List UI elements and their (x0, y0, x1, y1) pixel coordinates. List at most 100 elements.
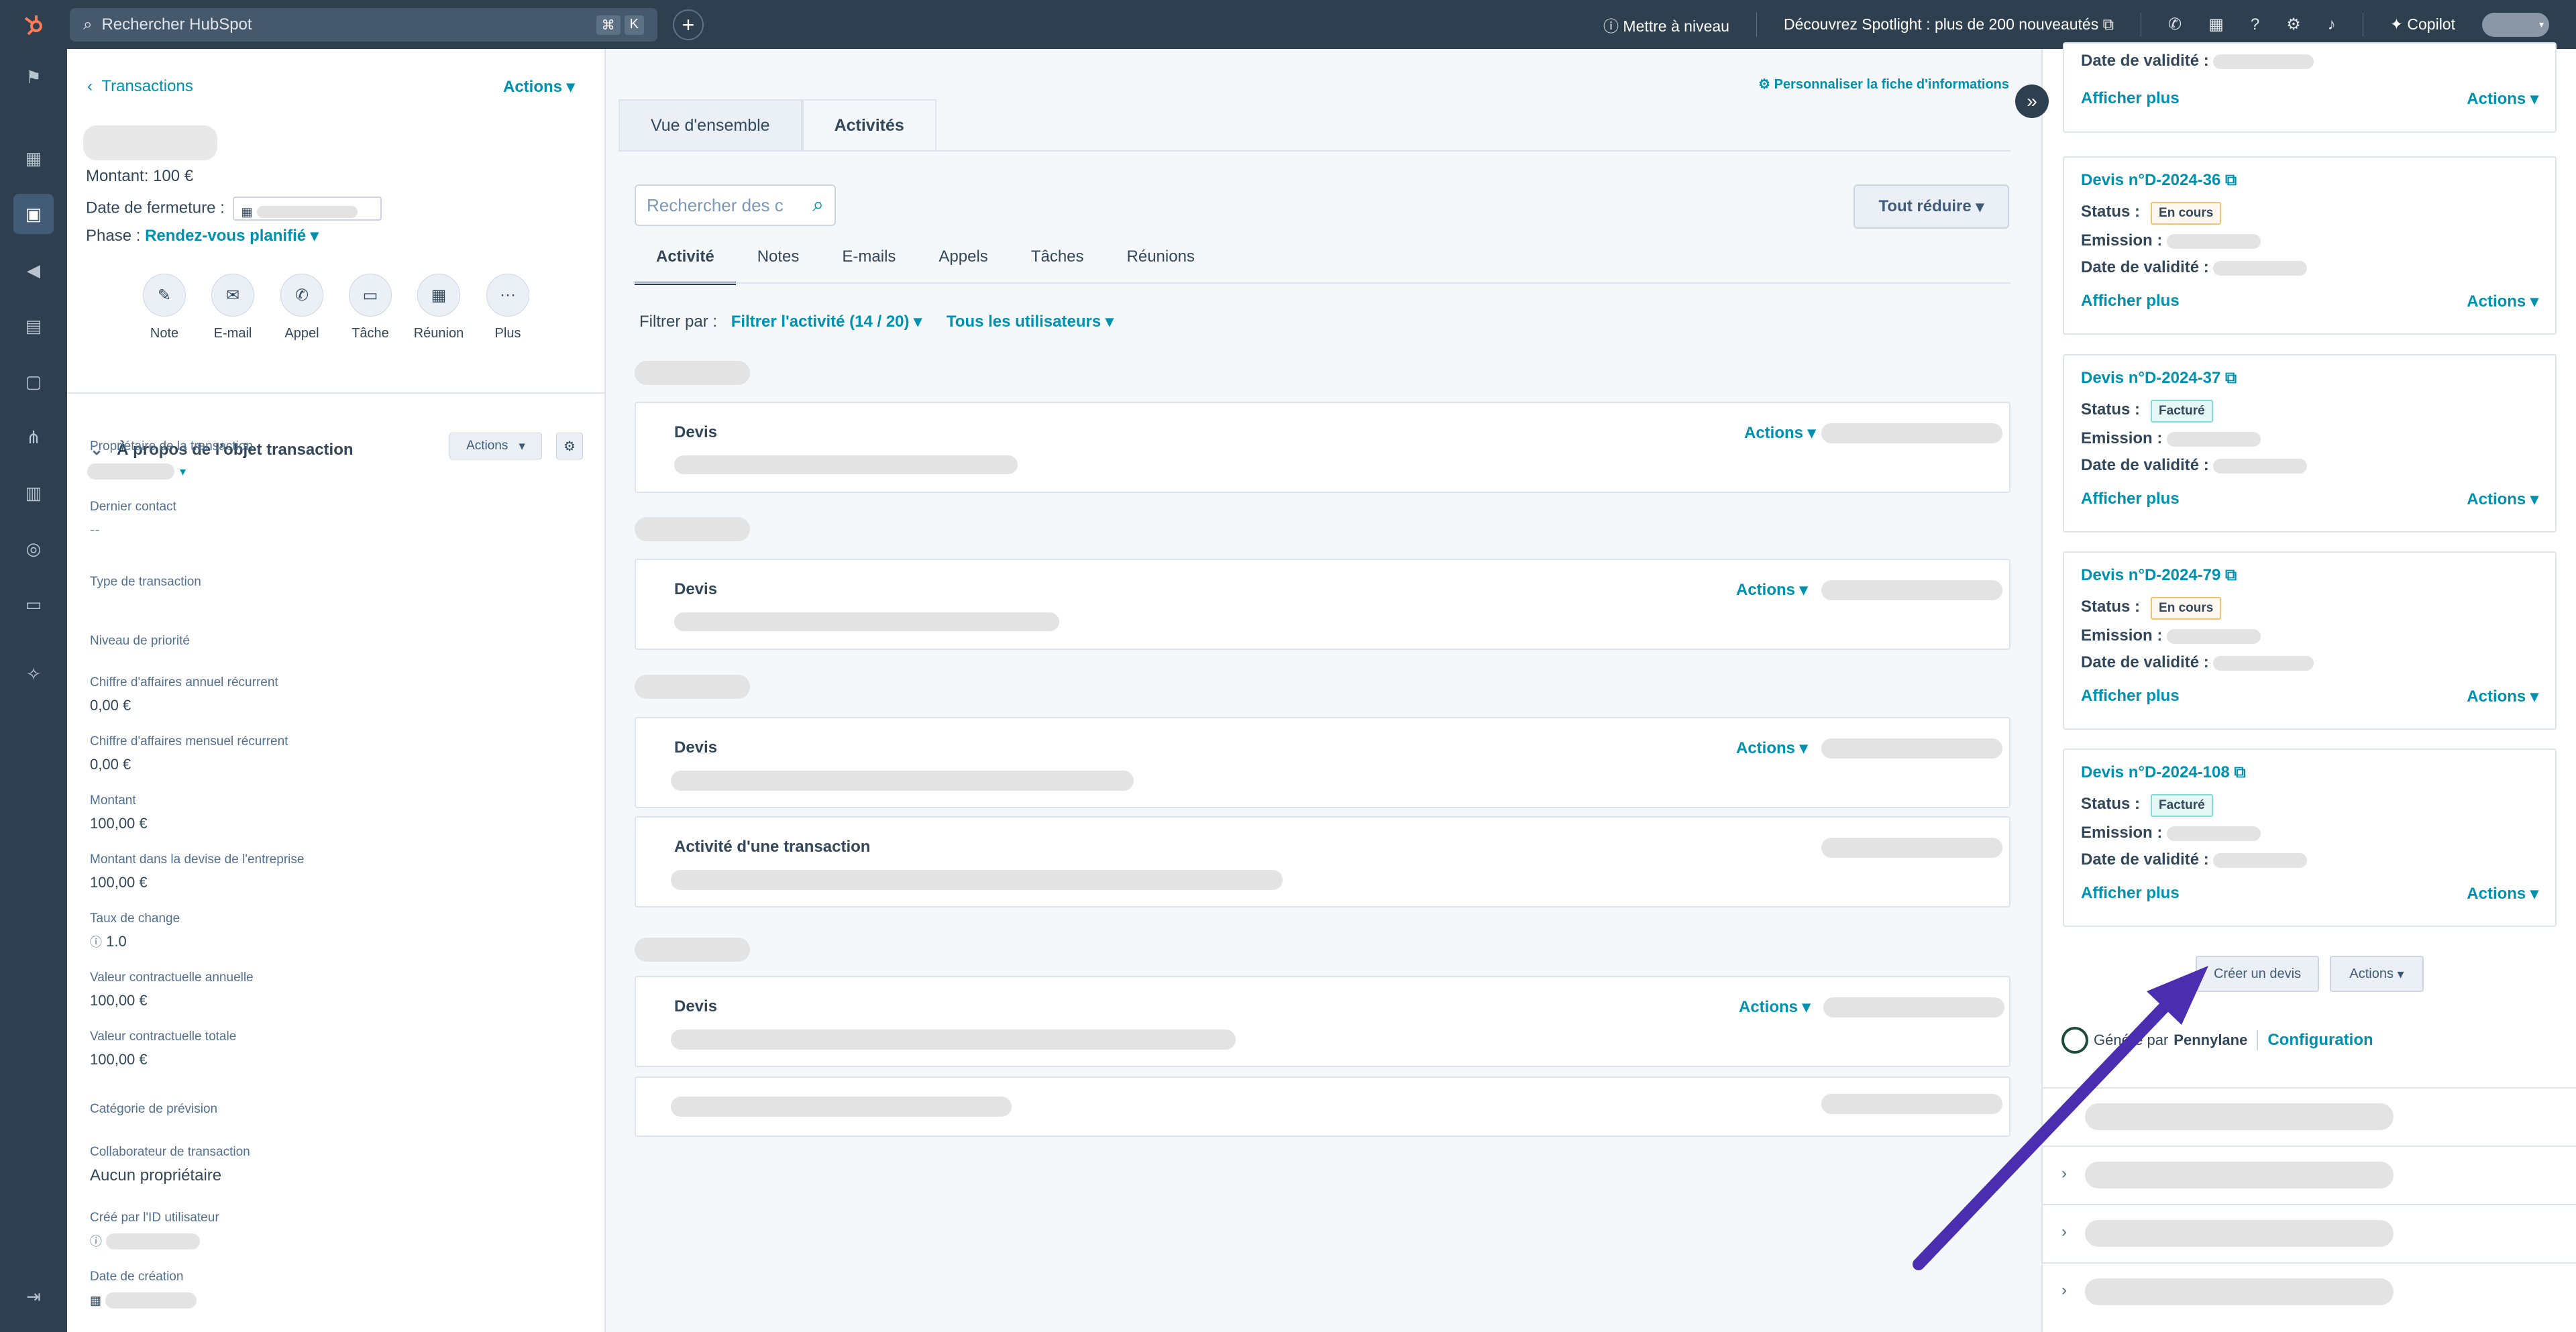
customize-record-link[interactable]: ⚙ Personnaliser la fiche d'informations (1758, 76, 2009, 93)
about-settings-gear-icon[interactable]: ⚙ (556, 433, 583, 459)
tab-overview[interactable]: Vue d'ensemble (619, 99, 802, 152)
prop-forecast-category[interactable]: Catégorie de prévision (90, 1102, 559, 1117)
settings-gear-icon[interactable]: ⚙ (2286, 15, 2301, 34)
subtab-activity[interactable]: Activité (635, 247, 736, 285)
show-more-link[interactable]: Afficher plus (2081, 687, 2180, 706)
subtab-notes[interactable]: Notes (736, 247, 821, 285)
prop-created-by[interactable]: Créé par l'ID utilisateur ⓘ (90, 1211, 559, 1250)
quote-actions-dropdown[interactable]: Actions ▾ (2467, 490, 2538, 509)
content-icon[interactable]: ▤ (20, 313, 47, 339)
show-more-link[interactable]: Afficher plus (2081, 884, 2180, 903)
quote-title-link[interactable]: Devis n°D-2024-37 ⧉ (2081, 369, 2237, 388)
bookmark-icon[interactable]: ⚑ (20, 64, 47, 91)
quote-actions-dropdown[interactable]: Actions ▾ (2467, 687, 2538, 706)
reporting-chart-icon[interactable]: ▥ (20, 480, 47, 506)
record-actions-dropdown[interactable]: Actions ▾ (503, 77, 575, 97)
filter-activity-dropdown[interactable]: Filtrer l'activité (14 / 20) ▾ (731, 313, 922, 331)
notifications-bell-icon[interactable]: ♪ (2328, 15, 2336, 34)
close-date-field[interactable]: ▦ (233, 197, 382, 221)
activity-card[interactable]: Devis Actions ▾ (635, 717, 2010, 808)
card-actions-dropdown[interactable]: Actions ▾ (1736, 738, 1808, 758)
create-plus-button[interactable]: + (673, 9, 704, 40)
collapsed-section[interactable]: › (2043, 1262, 2576, 1321)
crm-contacts-icon[interactable]: ▣ (13, 194, 54, 234)
call-action[interactable]: ✆ Appel (275, 274, 329, 341)
marketplace-icon[interactable]: ▦ (2208, 15, 2224, 34)
prop-deal-type[interactable]: Type de transaction (90, 575, 559, 590)
activity-card[interactable]: Activité d'une transaction (635, 816, 2010, 907)
data-management-icon[interactable]: ◎ (20, 535, 47, 562)
global-search-input[interactable]: ⌕ Rechercher HubSpot ⌘ K (70, 8, 657, 42)
activity-card[interactable]: Devis Actions ▾ (635, 559, 2010, 650)
prop-tcv[interactable]: Valeur contractuelle totale 100,00 € (90, 1030, 559, 1068)
spotlight-link[interactable]: Découvrez Spotlight : plus de 200 nouvea… (1784, 15, 2114, 34)
about-actions-dropdown[interactable]: Actions ▾ (449, 433, 542, 459)
marketing-megaphone-icon[interactable]: ◀ (20, 257, 47, 284)
collapsed-section[interactable] (2043, 1087, 2576, 1146)
more-action[interactable]: ··· Plus (481, 274, 535, 341)
collapsed-section[interactable]: › (2043, 1204, 2576, 1262)
tab-activities[interactable]: Activités (802, 99, 936, 152)
quote-actions-dropdown[interactable]: Actions ▾ (2467, 884, 2538, 903)
owner-value[interactable]: ▾ (87, 463, 186, 480)
actions-label: Actions (2467, 885, 2526, 903)
back-to-transactions-link[interactable]: ‹ Transactions (87, 77, 193, 96)
prop-created-date[interactable]: Date de création ▦ (90, 1270, 559, 1309)
account-avatar[interactable]: ▾ (2482, 12, 2549, 37)
copilot-button[interactable]: ✦ Copilot (2390, 15, 2455, 34)
commerce-icon[interactable]: ▢ (20, 368, 47, 395)
subtab-label: Tâches (1030, 247, 1084, 266)
quote-actions-dropdown[interactable]: Actions ▾ (2467, 89, 2538, 109)
actions-label: Actions (2349, 966, 2394, 981)
expand-nav-icon[interactable]: ⇥ (20, 1283, 47, 1310)
card-actions-dropdown[interactable]: Actions ▾ (1739, 997, 1811, 1017)
collapse-all-button[interactable]: Tout réduire ▾ (1854, 184, 2009, 229)
quotes-actions-dropdown[interactable]: Actions ▾ (2330, 956, 2424, 992)
library-folder-icon[interactable]: ▭ (20, 591, 47, 618)
workspaces-icon[interactable]: ▦ (20, 145, 47, 172)
collapsed-section[interactable]: › (2043, 1146, 2576, 1204)
activity-search-input[interactable]: Rechercher des c ⌕ (635, 184, 836, 226)
expand-sidebar-double-chevron-icon[interactable]: » (2015, 85, 2049, 118)
phase-dropdown[interactable]: Rendez-vous planifié ▾ (145, 227, 319, 245)
prop-amount-company-currency[interactable]: Montant dans la devise de l'entreprise 10… (90, 852, 559, 891)
card-actions-dropdown[interactable]: Actions ▾ (1744, 423, 1816, 443)
task-action[interactable]: ▭ Tâche (343, 274, 397, 341)
create-quote-button[interactable]: Créer un devis (2196, 956, 2319, 992)
prop-acv[interactable]: Valeur contractuelle annuelle 100,00 € (90, 970, 559, 1009)
filter-users-dropdown[interactable]: Tous les utilisateurs ▾ (947, 313, 1114, 331)
breeze-ai-icon[interactable]: ✧ (20, 661, 47, 687)
prop-last-contact[interactable]: Dernier contact -- (90, 500, 559, 539)
email-action[interactable]: ✉ E-mail (206, 274, 260, 341)
show-more-link[interactable]: Afficher plus (2081, 292, 2180, 311)
hubspot-logo-icon[interactable] (0, 0, 67, 49)
prop-priority[interactable]: Niveau de priorité (90, 634, 559, 649)
meeting-action[interactable]: ▦ Réunion (412, 274, 466, 341)
note-action[interactable]: ✎ Note (138, 274, 191, 341)
activity-card[interactable]: Devis Actions ▾ (635, 402, 2010, 493)
automation-icon[interactable]: ⋔ (20, 424, 47, 451)
subtab-tasks[interactable]: Tâches (1010, 247, 1106, 285)
prop-label: Valeur contractuelle annuelle (90, 970, 254, 985)
quote-title-link[interactable]: Devis n°D-2024-79 ⧉ (2081, 566, 2237, 585)
subtab-emails[interactable]: E-mails (820, 247, 917, 285)
prop-mrr[interactable]: Chiffre d'affaires mensuel récurrent 0,00… (90, 734, 559, 773)
phone-icon[interactable]: ✆ (2168, 15, 2182, 34)
activity-card[interactable]: Devis Actions ▾ (635, 976, 2010, 1067)
quote-actions-dropdown[interactable]: Actions ▾ (2467, 292, 2538, 311)
quote-title-link[interactable]: Devis n°D-2024-108 ⧉ (2081, 763, 2246, 782)
subtab-calls[interactable]: Appels (917, 247, 1009, 285)
configuration-link[interactable]: Configuration (2267, 1031, 2373, 1050)
prop-arr[interactable]: Chiffre d'affaires annuel récurrent 0,00 … (90, 675, 559, 714)
show-more-link[interactable]: Afficher plus (2081, 89, 2180, 108)
subtab-meetings[interactable]: Réunions (1106, 247, 1216, 285)
quote-title-link[interactable]: Devis n°D-2024-36 ⧉ (2081, 171, 2237, 190)
upgrade-link[interactable]: ⓘ Mettre à niveau (1603, 13, 1729, 36)
show-more-link[interactable]: Afficher plus (2081, 490, 2180, 508)
prop-collaborator[interactable]: Collaborateur de transaction Aucun propri… (90, 1145, 559, 1185)
help-icon[interactable]: ? (2251, 15, 2259, 34)
prop-exchange-rate[interactable]: Taux de change ⓘ 1.0 (90, 911, 559, 950)
activity-card[interactable] (635, 1076, 2010, 1137)
prop-amount[interactable]: Montant 100,00 € (90, 793, 559, 832)
card-actions-dropdown[interactable]: Actions ▾ (1736, 580, 1808, 600)
